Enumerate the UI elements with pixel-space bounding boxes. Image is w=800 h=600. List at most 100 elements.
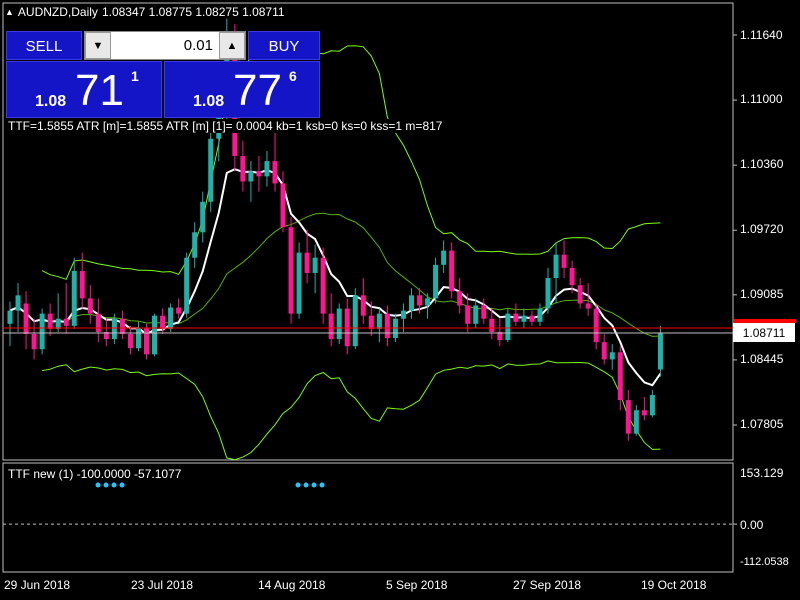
candle-body <box>521 315 527 322</box>
candle-body <box>135 327 141 349</box>
candle-body <box>561 254 567 268</box>
lot-size-field: ▼ 0.01 ▲ <box>84 31 246 60</box>
ttf-signal-dot <box>295 482 301 488</box>
candle-body <box>39 313 45 350</box>
symbol-name: AUDNZD,Daily <box>17 5 98 19</box>
candle-body <box>312 257 318 273</box>
date-tick: 23 Jul 2018 <box>131 578 194 592</box>
date-tick: 5 Sep 2018 <box>386 578 448 592</box>
candle-body <box>168 307 174 329</box>
candle-body <box>601 342 607 360</box>
candle-body <box>328 313 334 340</box>
date-tick: 29 Jun 2018 <box>4 578 71 592</box>
candle-body <box>160 315 166 329</box>
candle-body <box>304 252 310 273</box>
price-tick: 1.08445 <box>740 352 784 366</box>
candle-body <box>633 410 639 434</box>
candle-body <box>23 303 29 334</box>
ttf-signal-dot <box>319 482 325 488</box>
candle-body <box>248 171 254 182</box>
sell-price-prefix: 1.08 <box>35 93 67 110</box>
ttf-signal-dot <box>103 482 109 488</box>
price-tick: 1.09720 <box>740 222 784 236</box>
candle-body <box>425 298 431 306</box>
candle-body <box>625 400 631 434</box>
buy-price-pips: 77 <box>233 66 282 115</box>
sell-price-fraction: 1 <box>131 68 139 84</box>
candle-body <box>617 352 623 401</box>
sell-button[interactable]: SELL <box>6 31 82 60</box>
current-price-label: 1.08711 <box>733 323 795 342</box>
candle-body <box>481 305 487 319</box>
ttf-signal-dot <box>119 482 125 488</box>
candle-body <box>15 295 21 311</box>
candle-body <box>609 352 615 360</box>
sub-axis-zero: 0.00 <box>740 518 764 532</box>
candle-body <box>119 318 125 334</box>
candle-body <box>537 308 543 322</box>
candle-body <box>457 291 463 306</box>
sub-axis-max: 153.129 <box>740 466 784 480</box>
candle-body <box>449 250 455 292</box>
candle-body <box>657 332 663 370</box>
candle-body <box>79 270 85 299</box>
candle-body <box>127 333 133 349</box>
sell-price-pips: 71 <box>75 66 124 115</box>
candle-body <box>433 264 439 299</box>
candle-body <box>31 333 37 350</box>
price-tick: 1.11640 <box>740 28 783 42</box>
candle-body <box>152 315 158 355</box>
candle-body <box>513 313 519 322</box>
ttf-signal-dot <box>311 482 317 488</box>
candle-body <box>593 308 599 343</box>
subwindow-title: TTF new (1) -100.0000 -57.1077 <box>8 467 182 481</box>
candle-body <box>95 313 101 332</box>
date-tick: 14 Aug 2018 <box>258 578 326 592</box>
candle-body <box>240 156 246 182</box>
candle-body <box>7 310 13 324</box>
candle-body <box>336 308 342 340</box>
date-tick: 19 Oct 2018 <box>641 578 707 592</box>
collapse-triangle-icon[interactable]: ▲ <box>5 7 14 17</box>
candle-body <box>352 295 358 347</box>
buy-button[interactable]: BUY <box>248 31 320 60</box>
buy-price-prefix: 1.08 <box>193 93 225 110</box>
candle-body <box>545 278 551 309</box>
candle-body <box>641 410 647 416</box>
one-click-trading-panel: SELL ▼ 0.01 ▲ BUY 1.08 71 1 1.08 77 6 <box>6 31 320 118</box>
candle-body <box>473 305 479 324</box>
candle-body <box>569 267 575 286</box>
price-tick: 1.07805 <box>740 417 784 431</box>
candle-body <box>529 315 535 322</box>
candle-body <box>111 318 117 340</box>
buy-price-button[interactable]: 1.08 77 6 <box>164 61 320 118</box>
ttf-signal-dot <box>111 482 117 488</box>
candle-body <box>264 161 270 177</box>
middle-band-line <box>42 212 661 337</box>
candle-body <box>360 295 366 316</box>
candle-body <box>649 395 655 416</box>
candle-body <box>400 310 406 319</box>
candle-body <box>489 318 495 332</box>
ttf-signal-dot <box>303 482 309 488</box>
symbol-header: ▲ AUDNZD,Daily 1.08347 1.08775 1.08275 1… <box>5 5 285 19</box>
candle-body <box>320 257 326 314</box>
candle-body <box>417 295 423 306</box>
price-tick: 1.09085 <box>740 287 784 301</box>
moving-average-line <box>9 168 662 387</box>
candle-body <box>184 257 190 314</box>
lot-decrease-button[interactable]: ▼ <box>85 32 111 59</box>
sub-axis-min: -112.0538 <box>740 556 789 568</box>
candle-body <box>553 254 559 279</box>
candle-body <box>55 318 61 329</box>
candle-body <box>47 313 53 329</box>
candle-body <box>208 138 214 202</box>
candle-body <box>344 308 350 347</box>
candle-body <box>256 171 262 177</box>
lot-size-input[interactable]: 0.01 <box>113 32 217 59</box>
sell-price-button[interactable]: 1.08 71 1 <box>6 61 162 118</box>
lot-increase-button[interactable]: ▲ <box>219 32 245 59</box>
candle-body <box>505 313 511 341</box>
date-tick: 27 Sep 2018 <box>513 578 582 592</box>
ttf-signal-dot <box>95 482 101 488</box>
